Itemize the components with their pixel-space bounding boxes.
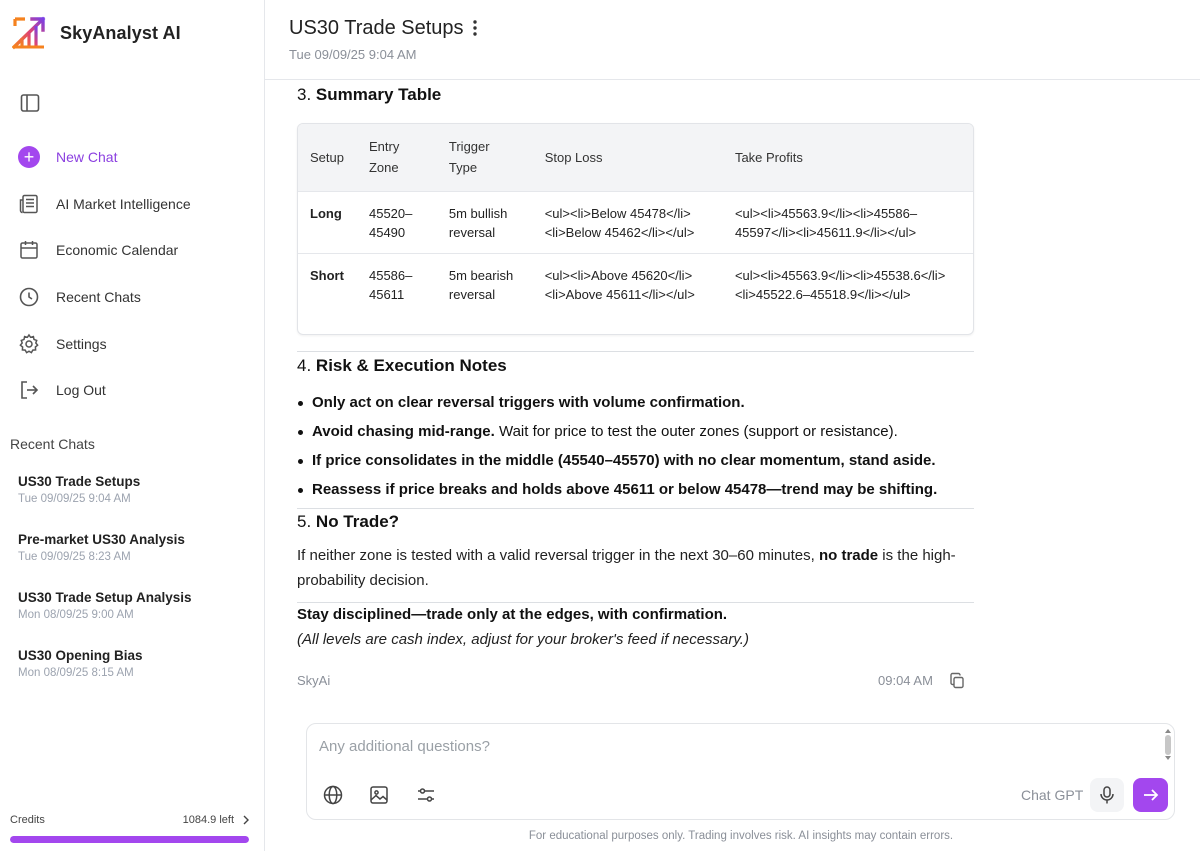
recent-chat-title: US30 Trade Setups bbox=[18, 474, 141, 489]
section-heading: 3. Summary Table bbox=[297, 85, 442, 104]
copy-icon[interactable] bbox=[949, 672, 965, 690]
recent-chat-title: Pre-market US30 Analysis bbox=[18, 532, 185, 547]
table-header-row: Setup Entry Zone Trigger Type Stop Loss … bbox=[298, 124, 973, 191]
skyanalyst-logo-icon bbox=[12, 16, 46, 50]
nav-label: Economic Calendar bbox=[56, 242, 179, 259]
table-cell: Short bbox=[298, 252, 357, 334]
image-icon[interactable] bbox=[368, 784, 390, 806]
table-header: Stop Loss bbox=[544, 149, 603, 165]
credits-row[interactable]: Credits 1084.9 left bbox=[10, 814, 250, 826]
sidebar-item-log-out[interactable]: Log Out bbox=[0, 367, 265, 414]
table-cell: <ul><li>45563.9</li><li>45586–45597</li>… bbox=[722, 190, 973, 253]
chat-date: Tue 09/09/25 9:04 AM bbox=[289, 47, 417, 62]
chevron-right-icon bbox=[243, 815, 249, 825]
logout-icon bbox=[21, 381, 39, 400]
sidebar-nav: + New Chat AI Market Intelligence Econom… bbox=[0, 134, 265, 414]
gear-icon bbox=[19, 333, 39, 354]
table-cell: 5m bearish reversal bbox=[436, 252, 533, 334]
nav-label: AI Market Intelligence bbox=[56, 195, 191, 212]
chat-input[interactable] bbox=[319, 738, 1139, 755]
page-title: US30 Trade Setups bbox=[289, 17, 464, 39]
microphone-button[interactable] bbox=[1090, 778, 1124, 812]
section-heading: 5. No Trade? bbox=[297, 512, 400, 531]
recent-chat-date: Tue 09/09/25 8:23 AM bbox=[18, 551, 131, 563]
table-header: Entry Zone bbox=[368, 139, 400, 176]
list-item: Reassess if price breaks and holds above… bbox=[297, 475, 974, 504]
sidebar-item-recent-chats[interactable]: Recent Chats bbox=[0, 274, 265, 321]
calendar-icon bbox=[20, 241, 38, 260]
app-name: SkyAnalyst AI bbox=[60, 22, 181, 43]
recent-chat-date: Tue 09/09/25 9:04 AM bbox=[18, 493, 131, 505]
table-cell: Long bbox=[298, 190, 357, 253]
model-selector[interactable]: Chat GPT bbox=[1021, 787, 1083, 803]
plus-circle-icon: + bbox=[18, 146, 40, 169]
nav-label: Recent Chats bbox=[56, 289, 141, 306]
list-item: If price consolidates in the middle (455… bbox=[297, 446, 974, 475]
settings-sliders-icon[interactable] bbox=[415, 784, 437, 806]
credits-value: 1084.9 left bbox=[182, 814, 234, 826]
globe-icon[interactable] bbox=[322, 784, 344, 806]
sidebar: SkyAnalyst AI + New Chat AI Market Intel… bbox=[0, 0, 265, 851]
table-cell: <ul><li>Above 45620</li><li>Above 45611<… bbox=[532, 252, 723, 334]
clock-icon bbox=[19, 287, 39, 307]
newspaper-icon bbox=[19, 194, 38, 214]
closing-statement: Stay disciplined—trade only at the edges… bbox=[297, 606, 728, 623]
recent-chat-item[interactable]: US30 Trade Setups Tue 09/09/25 9:04 AM bbox=[18, 474, 258, 532]
recent-chats-heading: Recent Chats bbox=[10, 436, 95, 452]
table-header: Take Profits bbox=[734, 149, 803, 165]
table-cell: 45520–45490 bbox=[356, 190, 437, 253]
credits-label: Credits bbox=[10, 814, 45, 826]
message-author: SkyAi bbox=[297, 673, 331, 688]
chat-header: US30 Trade Setups Tue 09/09/25 9:04 AM bbox=[265, 0, 1200, 80]
table-row: Short 45586–45611 5m bearish reversal <u… bbox=[298, 252, 973, 334]
list-item: Avoid chasing mid-range. Wait for price … bbox=[297, 417, 974, 446]
recent-chat-date: Mon 08/09/25 8:15 AM bbox=[18, 667, 134, 679]
nav-label: Settings bbox=[56, 335, 107, 352]
divider bbox=[297, 351, 974, 352]
table-cell: <ul><li>Below 45478</li><li>Below 45462<… bbox=[532, 190, 723, 253]
table-row: Long 45520–45490 5m bullish reversal <ul… bbox=[298, 190, 973, 253]
recent-chat-item[interactable]: Pre-market US30 Analysis Tue 09/09/25 8:… bbox=[18, 532, 258, 590]
footer-disclaimer: For educational purposes only. Trading i… bbox=[528, 830, 954, 842]
recent-chat-date: Mon 08/09/25 9:00 AM bbox=[18, 609, 134, 621]
table-cell: <ul><li>45563.9</li><li>45538.6</li><li>… bbox=[722, 252, 973, 334]
summary-table: Setup Entry Zone Trigger Type Stop Loss … bbox=[297, 123, 974, 335]
no-trade-paragraph: If neither zone is tested with a valid r… bbox=[297, 547, 956, 589]
section-heading: 4. Risk & Execution Notes bbox=[297, 356, 507, 375]
table-header: Setup bbox=[310, 149, 344, 165]
table-header: Trigger Type bbox=[448, 139, 490, 176]
sidebar-item-settings[interactable]: Settings bbox=[0, 320, 265, 367]
sidebar-toggle-icon[interactable] bbox=[18, 91, 42, 115]
sidebar-item-economic-calendar[interactable]: Economic Calendar bbox=[0, 227, 265, 274]
message-composer: Chat GPT bbox=[306, 723, 1175, 820]
recent-chats-list: US30 Trade Setups Tue 09/09/25 9:04 AM P… bbox=[18, 474, 258, 706]
new-chat-button[interactable]: + New Chat bbox=[0, 134, 265, 181]
input-scrollbar[interactable] bbox=[1164, 729, 1171, 763]
more-options-icon[interactable] bbox=[468, 18, 482, 38]
recent-chat-title: US30 Opening Bias bbox=[18, 648, 143, 663]
recent-chat-item[interactable]: US30 Trade Setup Analysis Mon 08/09/25 9… bbox=[18, 590, 258, 648]
arrow-right-icon bbox=[1143, 789, 1158, 801]
sidebar-item-ai-market-intelligence[interactable]: AI Market Intelligence bbox=[0, 181, 265, 228]
table-cell: 5m bullish reversal bbox=[436, 190, 533, 253]
recent-chat-item[interactable]: US30 Opening Bias Mon 08/09/25 8:15 AM bbox=[18, 648, 258, 706]
message-footer: SkyAi 09:04 AM bbox=[297, 672, 967, 690]
brand[interactable]: SkyAnalyst AI bbox=[12, 16, 181, 50]
disclaimer-note: (All levels are cash index, adjust for y… bbox=[297, 631, 749, 648]
divider bbox=[297, 508, 974, 509]
nav-label: Log Out bbox=[56, 382, 106, 399]
microphone-icon bbox=[1100, 786, 1114, 804]
message-time: 09:04 AM bbox=[878, 673, 933, 688]
table-cell: 45586–45611 bbox=[356, 252, 437, 334]
divider bbox=[297, 602, 974, 603]
send-button[interactable] bbox=[1133, 778, 1168, 812]
list-item: Only act on clear reversal triggers with… bbox=[297, 388, 974, 417]
nav-label: New Chat bbox=[56, 149, 118, 166]
risk-notes-list: Only act on clear reversal triggers with… bbox=[297, 388, 974, 504]
recent-chat-title: US30 Trade Setup Analysis bbox=[18, 590, 192, 605]
